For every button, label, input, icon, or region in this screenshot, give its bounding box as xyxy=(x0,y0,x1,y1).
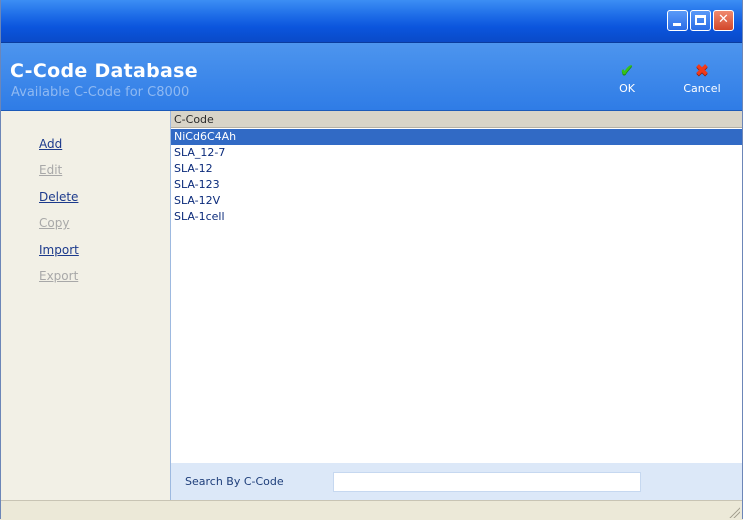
search-bar: Search By C-Code xyxy=(171,463,742,500)
status-bar xyxy=(1,500,742,520)
checkmark-icon: ✔ xyxy=(619,61,635,81)
red-x-icon: ✖ xyxy=(694,61,710,81)
import-link[interactable]: Import xyxy=(39,243,79,257)
add-link[interactable]: Add xyxy=(39,137,62,151)
delete-link[interactable]: Delete xyxy=(39,190,78,204)
ok-button[interactable]: ✔ OK xyxy=(612,61,642,95)
page-title: C-Code Database xyxy=(10,60,198,82)
actions-sidebar: Add Edit Delete Copy Import Export xyxy=(1,111,171,500)
search-label: Search By C-Code xyxy=(185,475,284,488)
cancel-button[interactable]: ✖ Cancel xyxy=(676,61,728,95)
list-item[interactable]: SLA-123 xyxy=(171,177,742,193)
minimize-icon xyxy=(673,23,681,26)
list-item[interactable]: SLA-12V xyxy=(171,193,742,209)
page-subtitle: Available C-Code for C8000 xyxy=(11,85,190,100)
cancel-label: Cancel xyxy=(683,82,721,95)
maximize-icon xyxy=(695,15,706,25)
maximize-button[interactable] xyxy=(690,10,711,31)
title-bar[interactable]: ✕ xyxy=(1,0,742,43)
close-icon: ✕ xyxy=(718,12,729,27)
search-input[interactable] xyxy=(333,472,641,492)
minimize-button[interactable] xyxy=(667,10,688,31)
resize-grip-icon[interactable] xyxy=(728,506,740,518)
column-header-c-code[interactable]: C-Code xyxy=(171,111,742,128)
list-item[interactable]: SLA-12 xyxy=(171,161,742,177)
c-code-list[interactable]: C-Code NiCd6C4Ah SLA_12-7 SLA-12 SLA-123… xyxy=(171,111,742,463)
page-header: C-Code Database Available C-Code for C80… xyxy=(1,43,742,111)
edit-link[interactable]: Edit xyxy=(39,163,62,177)
application-window: ✕ C-Code Database Available C-Code for C… xyxy=(0,0,743,520)
ok-label: OK xyxy=(619,82,635,95)
close-button[interactable]: ✕ xyxy=(713,10,734,31)
copy-link[interactable]: Copy xyxy=(39,216,69,230)
export-link[interactable]: Export xyxy=(39,269,78,283)
list-item[interactable]: SLA-1cell xyxy=(171,209,742,225)
list-item[interactable]: NiCd6C4Ah xyxy=(171,129,742,145)
list-item[interactable]: SLA_12-7 xyxy=(171,145,742,161)
